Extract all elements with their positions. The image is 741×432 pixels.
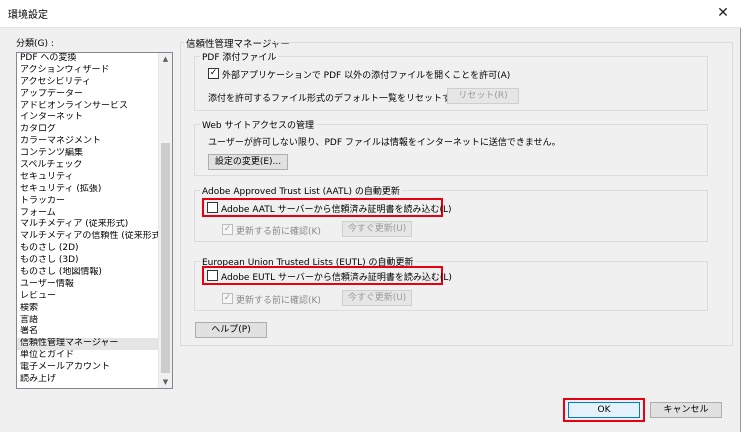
category-item[interactable]: ものさし (3D) [17,255,160,267]
category-item[interactable]: アドビオンラインサービス [17,101,160,113]
help-button[interactable]: ヘルプ(P) [195,322,267,338]
category-item[interactable]: 検索 [17,303,160,315]
panel-border-left [180,42,181,345]
eutl-confirm-checkbox[interactable]: ✓ [222,293,233,304]
category-item[interactable]: トラッカー [17,196,160,208]
allow-attachments-label: 外部アプリケーションで PDF 以外の添付ファイルを開くことを許可(A) [222,71,511,81]
category-item[interactable]: スペルチェック [17,160,160,172]
category-item[interactable]: 電子メールアカウント [17,362,160,374]
title-bar: 環境設定 ✕ [0,0,741,28]
categories-list[interactable]: PDF への変換 アクションウィザード アクセシビリティ アップデーター アドビオンライ… [16,52,173,389]
eutl-update-button[interactable]: 今すぐ更新(U) [342,290,412,306]
close-icon[interactable]: ✕ [711,3,735,23]
category-item[interactable]: ものさし (2D) [17,243,160,255]
category-item[interactable]: インターネット [17,112,160,124]
cancel-button[interactable]: キャンセル [650,402,722,418]
categories-scrollbar[interactable]: ▲ ▼ [158,53,172,388]
category-item[interactable]: アップデーター [17,89,160,101]
category-item[interactable]: マルチメディアの信頼性 (従来形式) [17,231,160,243]
categories-list-items: PDF への変換 アクションウィザード アクセシビリティ アップデーター アドビオンライ… [17,53,160,386]
category-item[interactable]: PDF への変換 [17,53,160,65]
web-access-label: Web サイトアクセスの管理 [200,118,317,131]
category-item[interactable]: セキュリティ (拡張) [17,184,160,196]
category-item[interactable]: カラーマネジメント [17,136,160,148]
aatl-confirm-label: 更新する前に確認(K) [236,227,321,237]
eutl-load-label: Adobe EUTL サーバーから信頼済み証明書を読み込む(L) [221,273,452,283]
category-item[interactable]: 読み上げ [17,374,160,386]
aatl-load-label: Adobe AATL サーバーから信頼済み証明書を読み込む(L) [221,205,452,215]
category-item[interactable]: アクションウィザード [17,65,160,77]
ok-button[interactable]: OK [568,402,640,418]
panel-border-bottom [180,345,733,346]
category-item[interactable]: ものさし (地図情報) [17,267,160,279]
panel-title: 信頼性管理マネージャー [186,39,290,50]
categories-label: 分類(G) : [16,39,54,49]
category-item[interactable]: セキュリティ [17,172,160,184]
scrollbar-thumb[interactable] [161,143,170,373]
reset-button[interactable]: リセット(R) [447,88,519,104]
category-item[interactable]: アクセシビリティ [17,77,160,89]
pdf-attachments-label: PDF 添付ファイル [200,50,279,63]
panel-border-right [732,42,733,345]
category-item[interactable]: フォーム [17,208,160,220]
panel-rule [263,42,733,43]
reset-description: 添付を許可するファイル形式のデフォルト一覧をリセットする : [208,94,466,104]
category-item[interactable]: 単位とガイド [17,350,160,362]
aatl-load-checkbox[interactable] [207,202,218,213]
eutl-confirm-label: 更新する前に確認(K) [236,296,321,306]
eutl-load-checkbox[interactable] [207,270,218,281]
category-item[interactable]: カタログ [17,124,160,136]
window-title: 環境設定 [8,10,48,21]
category-item[interactable]: コンテンツ編集 [17,148,160,160]
category-item[interactable]: レビュー [17,291,160,303]
web-access-description: ユーザーが許可しない限り、PDF ファイルは情報をインターネットに送信できません… [208,138,561,148]
scroll-down-icon[interactable]: ▼ [159,376,172,388]
aatl-update-button[interactable]: 今すぐ更新(U) [342,221,412,237]
category-item[interactable]: マルチメディア (従来形式) [17,219,160,231]
category-item[interactable]: 言語 [17,315,160,327]
aatl-confirm-checkbox[interactable]: ✓ [222,224,233,235]
category-item[interactable]: 署名 [17,326,160,338]
scroll-up-icon[interactable]: ▲ [159,53,172,65]
allow-attachments-checkbox[interactable]: ✓ [208,68,219,79]
change-settings-button[interactable]: 設定の変更(E)... [208,154,288,170]
aatl-label: Adobe Approved Trust List (AATL) の自動更新 [200,184,402,197]
category-item[interactable]: ユーザー情報 [17,279,160,291]
category-item[interactable]: 信頼性管理マネージャー [17,338,160,351]
